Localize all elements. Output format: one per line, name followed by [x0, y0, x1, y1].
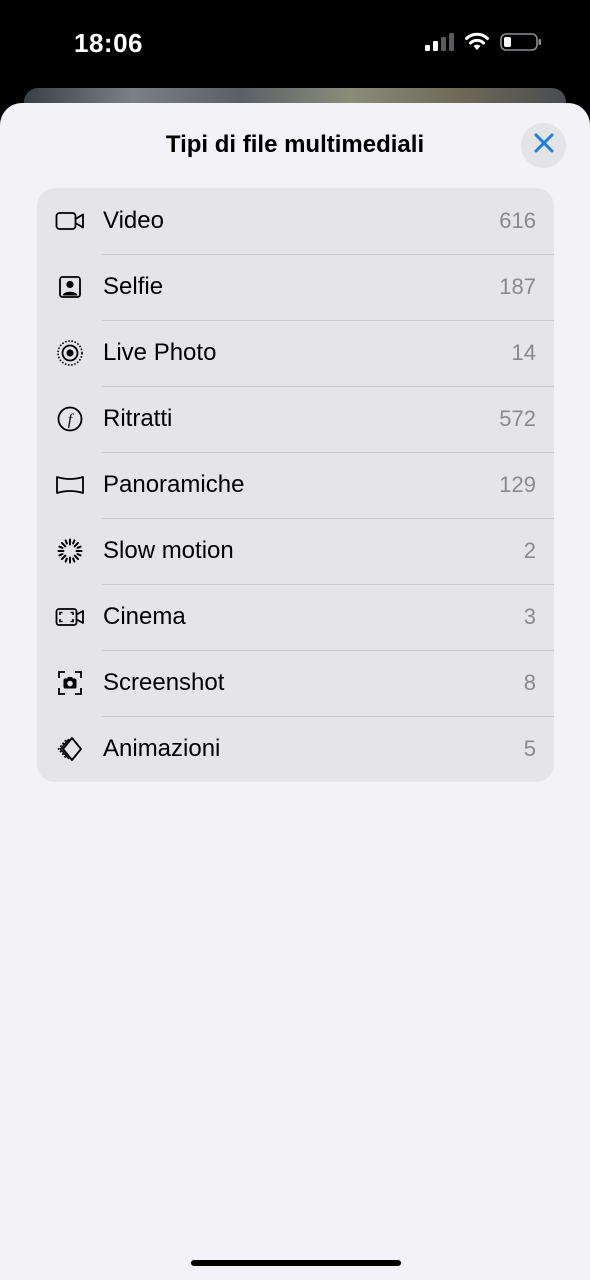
media-type-row-screenshot[interactable]: Screenshot 8: [37, 650, 554, 716]
media-type-label: Ritratti: [103, 405, 173, 432]
media-type-count: 187: [499, 274, 536, 299]
media-type-row-animated[interactable]: Animazioni 5: [37, 716, 554, 782]
media-type-count: 8: [523, 670, 536, 695]
media-type-count: 616: [499, 208, 536, 233]
media-type-label: Selfie: [103, 273, 164, 300]
selfie-icon: [55, 272, 85, 302]
media-type-row-slow-motion[interactable]: Slow motion 2: [37, 518, 554, 584]
media-type-row-video[interactable]: Video 616: [37, 188, 554, 254]
media-type-count: 14: [511, 340, 536, 365]
media-types-sheet: Tipi di file multimediali Video 616 Self…: [0, 103, 590, 1280]
cellular-signal-icon: [424, 32, 454, 57]
live-photo-icon: [55, 338, 85, 368]
screen: 18:06 Tipi di file multimediali Video 61…: [0, 0, 590, 1280]
svg-text:f: f: [68, 412, 75, 429]
media-type-label: Cinema: [103, 603, 186, 630]
media-type-count: 572: [499, 406, 536, 431]
sheet-title: Tipi di file multimediali: [165, 131, 425, 158]
media-type-count: 5: [523, 736, 536, 761]
media-type-row-portrait[interactable]: f Ritratti 572: [37, 386, 554, 452]
status-bar: 18:06: [0, 0, 590, 90]
portrait-icon: f: [55, 404, 85, 434]
media-type-row-cinema[interactable]: Cinema 3: [37, 584, 554, 650]
media-type-label: Slow motion: [103, 537, 234, 564]
status-icons: [424, 32, 542, 57]
video-icon: [55, 206, 85, 236]
media-type-count: 129: [499, 472, 536, 497]
cinematic-icon: [55, 602, 85, 632]
status-time: 18:06: [74, 28, 143, 58]
battery-icon: [500, 32, 542, 57]
close-icon: [533, 132, 555, 159]
home-indicator[interactable]: [191, 1260, 401, 1266]
screenshot-icon: [55, 668, 85, 698]
media-type-label: Screenshot: [103, 669, 225, 696]
media-type-label: Video: [103, 207, 164, 234]
media-type-row-selfie[interactable]: Selfie 187: [37, 254, 554, 320]
media-type-list: Video 616 Selfie 187 Live Photo 14 f Rit…: [37, 188, 554, 782]
media-type-count: 3: [523, 604, 536, 629]
panorama-icon: [55, 470, 85, 500]
media-type-label: Animazioni: [103, 735, 221, 762]
media-type-row-live-photo[interactable]: Live Photo 14: [37, 320, 554, 386]
media-type-label: Panoramiche: [103, 471, 245, 498]
close-button[interactable]: [521, 123, 566, 168]
wifi-icon: [464, 32, 490, 57]
media-type-label: Live Photo: [103, 339, 217, 366]
media-type-row-panorama[interactable]: Panoramiche 129: [37, 452, 554, 518]
media-type-count: 2: [523, 538, 536, 563]
slow-motion-icon: [55, 536, 85, 566]
animated-icon: [55, 734, 85, 764]
